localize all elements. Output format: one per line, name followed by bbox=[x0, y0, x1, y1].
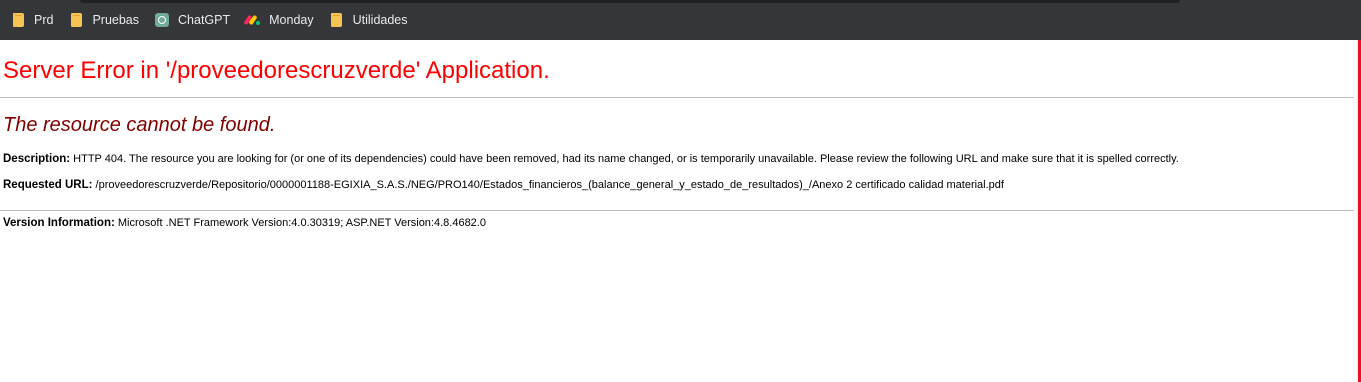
bookmark-utilidades[interactable]: Utilidades bbox=[327, 6, 417, 34]
requested-url-line: Requested URL: /proveedorescruzverde/Rep… bbox=[3, 179, 1004, 191]
requested-url-label: Requested URL: bbox=[3, 179, 93, 191]
version-label: Version Information: bbox=[3, 217, 115, 229]
bookmark-label: ChatGPT bbox=[178, 13, 231, 27]
description-line: Description: HTTP 404. The resource you … bbox=[3, 153, 1179, 165]
bookmark-label: Monday bbox=[269, 13, 314, 27]
bookmark-monday[interactable]: Monday bbox=[243, 6, 322, 34]
bookmarks-bar: Prd Pruebas ChatGPT Monday Utilidades bbox=[0, 0, 1361, 40]
monday-icon bbox=[243, 12, 261, 28]
bookmark-chatgpt[interactable]: ChatGPT bbox=[152, 6, 239, 34]
version-text: Microsoft .NET Framework Version:4.0.303… bbox=[117, 217, 486, 229]
folder-icon bbox=[10, 12, 26, 28]
divider bbox=[0, 210, 1354, 211]
page-title: Server Error in '/proveedorescruzverde' … bbox=[3, 57, 550, 84]
bookmark-label: Utilidades bbox=[352, 13, 408, 27]
bookmark-label: Prd bbox=[34, 13, 54, 27]
folder-icon bbox=[329, 12, 345, 28]
bookmark-pruebas[interactable]: Pruebas bbox=[66, 6, 148, 34]
bookmark-label: Pruebas bbox=[92, 13, 140, 27]
description-text: HTTP 404. The resource you are looking f… bbox=[73, 153, 1179, 165]
bookmark-prd[interactable]: Prd bbox=[8, 6, 62, 34]
divider bbox=[0, 97, 1354, 98]
error-page: Server Error in '/proveedorescruzverde' … bbox=[0, 40, 1356, 382]
error-subtitle: The resource cannot be found. bbox=[3, 114, 276, 136]
chatgpt-icon bbox=[154, 12, 170, 28]
requested-url-text: /proveedorescruzverde/Repositorio/000000… bbox=[95, 179, 1004, 191]
folder-icon bbox=[68, 12, 84, 28]
version-line: Version Information: Microsoft .NET Fram… bbox=[3, 217, 486, 229]
tab-strip-edge bbox=[80, 0, 1180, 3]
description-label: Description: bbox=[3, 153, 71, 165]
